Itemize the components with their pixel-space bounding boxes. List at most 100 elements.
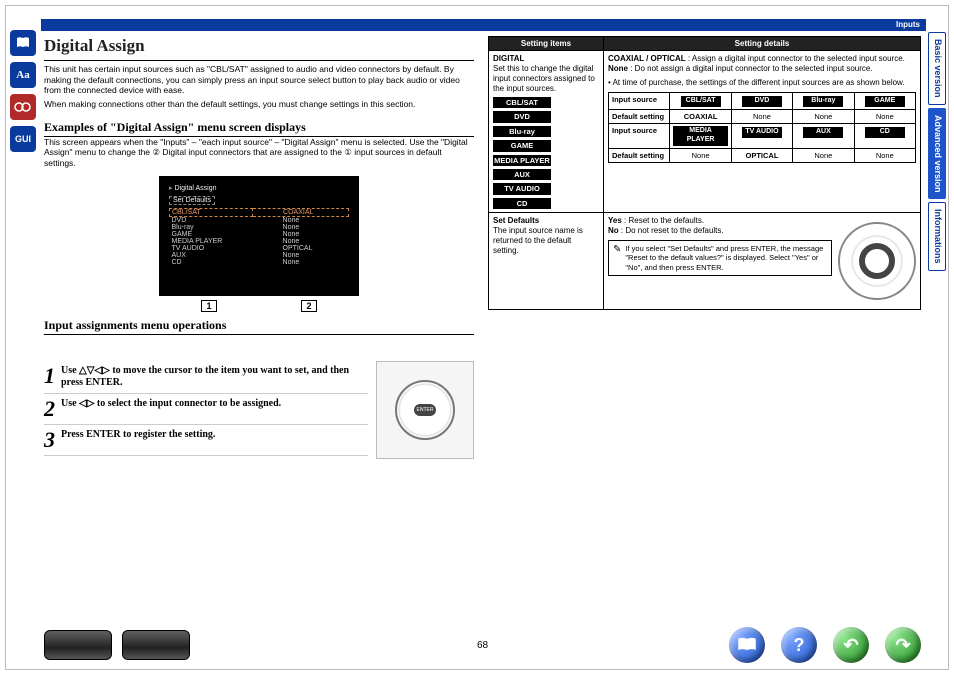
io-cell: OPTICAL [731, 148, 792, 162]
io-row-head: Input source [609, 93, 670, 110]
pencil-icon: ✎ [613, 244, 621, 272]
io-row-head: Input source [609, 124, 670, 149]
heading-examples: Examples of "Digital Assign" menu screen… [44, 120, 474, 137]
osd-row-connector: COAXIAL [253, 209, 349, 217]
osd-row-source: DVD [170, 217, 253, 225]
io-cell: None [854, 148, 915, 162]
note-text: If you select "Set Defaults" and press E… [625, 244, 827, 272]
step-text: Use △▽◁▷ to move the cursor to the item … [61, 365, 368, 389]
osd-row-source: CBL/SAT [170, 209, 253, 217]
heading-operations: Input assignments menu operations [44, 318, 474, 335]
source-pill: TV AUDIO [493, 183, 551, 194]
source-pill: CD [493, 198, 551, 209]
book-open-icon [737, 637, 757, 653]
toc-icon[interactable] [10, 30, 36, 56]
io-cell: None [793, 148, 854, 162]
steps-list: 1 Use △▽◁▷ to move the cursor to the item… [44, 361, 368, 459]
step-line: 2 Use ◁▷ to select the input connector to… [44, 394, 368, 425]
th-setting-items: Setting items [489, 37, 604, 51]
io-cell: MEDIA PLAYER [670, 124, 731, 149]
glossary-icon[interactable]: Aa [10, 62, 36, 88]
osd-row-connector: None [253, 238, 349, 245]
page-number: 68 [477, 640, 488, 651]
osd-row-source: GAME [170, 231, 253, 238]
step-line: 1 Use △▽◁▷ to move the cursor to the item… [44, 361, 368, 394]
osd-row-source: CD [170, 259, 253, 266]
source-pill: DVD [493, 111, 551, 122]
io-row-head: Default setting [609, 148, 670, 162]
step-number: 2 [44, 398, 55, 420]
osd-row-source: Blu-ray [170, 224, 253, 231]
cell-set-defaults-details: Yes : Reset to the defaults. No : Do not… [604, 213, 921, 310]
cell-digital-details: COAXIAL / OPTICAL : Assign a digital inp… [604, 51, 921, 213]
osd-title: Digital Assign [169, 184, 349, 192]
osd-row-connector: None [253, 259, 349, 266]
left-icon-column: Aa GUI [10, 30, 38, 152]
book-icon [15, 35, 31, 51]
settings-table: Setting items Setting details DIGITAL Se… [488, 36, 921, 310]
right-tabs: Basic version Advanced version Informati… [928, 32, 946, 271]
breadcrumb: Inputs [41, 19, 926, 31]
device-rear-icon[interactable] [122, 630, 190, 660]
osd-row-connector: None [253, 217, 349, 225]
io-cell: None [670, 148, 731, 162]
osd-row-connector: OPTICAL [253, 245, 349, 252]
cell-digital: DIGITAL Set this to change the digital i… [489, 51, 604, 213]
gui-icon[interactable]: GUI [10, 126, 36, 152]
io-cell: DVD [731, 93, 792, 110]
cell-set-defaults: Set Defaults The input source name is re… [489, 213, 604, 310]
io-cell: None [793, 109, 854, 123]
osd-row-source: TV AUDIO [170, 245, 253, 252]
bottom-bar: 68 ? ↶ ↷ [44, 627, 921, 663]
page-title: Digital Assign [44, 36, 474, 56]
io-cell: CD [854, 124, 915, 149]
io-cell: GAME [854, 93, 915, 110]
osd-screenshot: Digital Assign Set Defaults CBL/SATCOAXI… [159, 176, 359, 296]
osd-row-connector: None [253, 224, 349, 231]
dpad-illustration [376, 361, 474, 459]
rings-svg [14, 101, 32, 113]
intro-text-2: When making connections other than the d… [44, 99, 474, 110]
nav-help-button[interactable]: ? [781, 627, 817, 663]
io-cell: COAXIAL [670, 109, 731, 123]
source-pill: AUX [493, 169, 551, 180]
source-pill: MEDIA PLAYER [493, 155, 551, 166]
tab-basic-version[interactable]: Basic version [928, 32, 946, 105]
nav-forward-button[interactable]: ↷ [885, 627, 921, 663]
intro-text-1: This unit has certain input sources such… [44, 64, 474, 96]
content: Digital Assign This unit has certain inp… [44, 36, 921, 620]
source-pill: CBL/SAT [493, 97, 551, 108]
source-pill: Blu-ray [493, 126, 551, 137]
osd-row-source: MEDIA PLAYER [170, 238, 253, 245]
step-text: Use ◁▷ to select the input connector to … [61, 398, 281, 410]
io-cell: None [854, 109, 915, 123]
rings-icon[interactable] [10, 94, 36, 120]
io-cell: CBL/SAT [670, 93, 731, 110]
source-pill: GAME [493, 140, 551, 151]
osd-row-connector: None [253, 231, 349, 238]
osd-row-source: AUX [170, 252, 253, 259]
step-text: Press ENTER to register the setting. [61, 429, 215, 441]
device-front-icon[interactable] [44, 630, 112, 660]
tab-advanced-version[interactable]: Advanced version [928, 108, 946, 200]
examples-para: This screen appears when the "Inputs" – … [44, 137, 474, 169]
osd-row-connector: None [253, 252, 349, 259]
step-number: 3 [44, 429, 55, 451]
jog-dial-illustration [838, 222, 916, 300]
th-setting-details: Setting details [604, 37, 921, 51]
left-column: Digital Assign This unit has certain inp… [44, 36, 474, 620]
step-number: 1 [44, 365, 55, 387]
nav-index-button[interactable] [729, 627, 765, 663]
osd-callout-2: 2 [301, 300, 316, 312]
tab-informations[interactable]: Informations [928, 202, 946, 271]
osd-set-defaults: Set Defaults [169, 196, 215, 205]
io-cell: TV AUDIO [731, 124, 792, 149]
io-cell: AUX [793, 124, 854, 149]
io-cell: None [731, 109, 792, 123]
nav-back-button[interactable]: ↶ [833, 627, 869, 663]
step-line: 3 Press ENTER to register the setting. [44, 425, 368, 456]
right-column: Setting items Setting details DIGITAL Se… [488, 36, 921, 620]
io-cell: Blu-ray [793, 93, 854, 110]
osd-callout-1: 1 [201, 300, 216, 312]
io-row-head: Default setting [609, 109, 670, 123]
